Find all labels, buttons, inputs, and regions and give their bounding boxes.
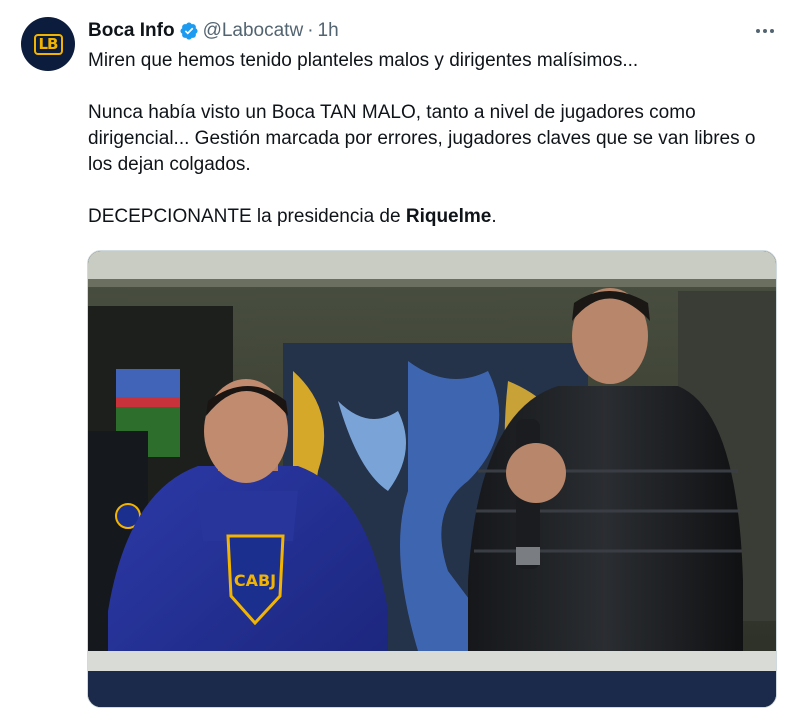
tweet-paragraph-3-prefix: DECEPCIONANTE la presidencia de xyxy=(88,206,406,227)
tweet-paragraph-2: Nunca había visto un Boca TAN MALO, tant… xyxy=(88,102,756,175)
balcony-rail xyxy=(88,651,776,671)
timestamp[interactable]: 1h xyxy=(318,20,339,42)
tweet-header: Boca Info @Labocatw · 1h xyxy=(88,18,339,44)
tweet-card[interactable]: LB Boca Info @Labocatw · 1h Miren que he… xyxy=(0,0,800,724)
tv-screen-top xyxy=(116,369,180,397)
tweet-paragraph-3-suffix: . xyxy=(491,206,497,227)
shirt-text: CABJ xyxy=(234,571,276,590)
tv-screen-band xyxy=(116,397,180,407)
tweet-photo[interactable]: CABJ xyxy=(87,250,777,708)
mention-riquelme: Riquelme xyxy=(405,206,492,227)
ceiling xyxy=(88,251,776,281)
tweet-paragraph-1: Miren que hemos tenido planteles malos y… xyxy=(88,50,639,71)
more-options-icon[interactable] xyxy=(752,18,778,44)
tweet-text: Miren que hemos tenido planteles malos y… xyxy=(88,48,768,230)
user-handle[interactable]: @Labocatw xyxy=(203,20,304,42)
verified-badge-icon xyxy=(179,21,199,41)
stadium-box-photo: CABJ xyxy=(88,251,776,707)
display-name[interactable]: Boca Info xyxy=(88,20,175,42)
ceiling-edge xyxy=(88,279,776,287)
tweet-paragraph-3: DECEPCIONANTE la presidencia de Riquelme… xyxy=(88,204,768,230)
avatar[interactable]: LB xyxy=(21,17,75,71)
separator-dot: · xyxy=(307,20,314,41)
avatar-logo: LB xyxy=(33,33,63,55)
balcony-front xyxy=(88,671,776,707)
